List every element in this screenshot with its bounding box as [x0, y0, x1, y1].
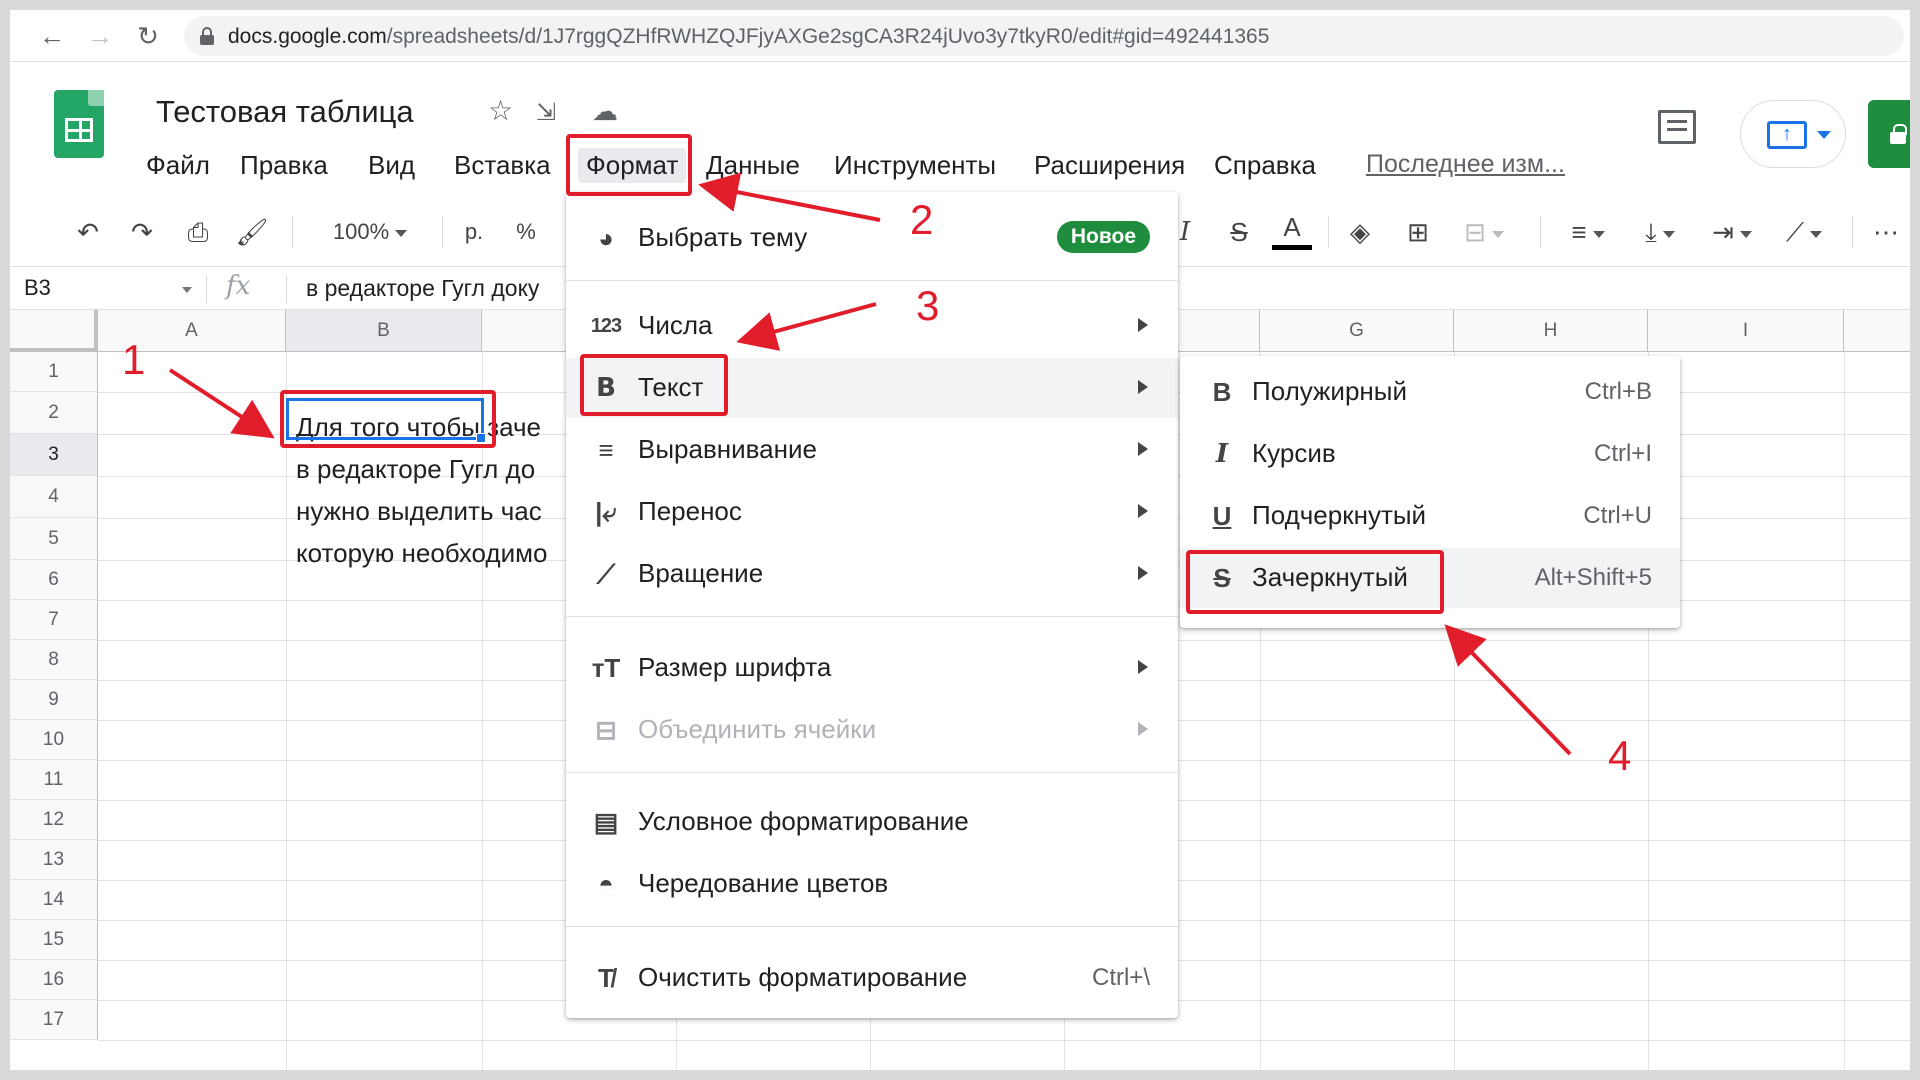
annotation-number-1: 1 — [122, 336, 146, 383]
annotation-number-3: 3 — [916, 282, 940, 329]
arrow-3 — [736, 302, 877, 351]
arrow-4 — [1444, 624, 1572, 756]
annotation-number-4: 4 — [1608, 732, 1632, 779]
screenshot-frame: ← → ↻ docs.google.com/spreadsheets/d/1J7… — [10, 10, 1910, 1070]
arrow-1 — [168, 368, 275, 439]
annotation-arrows — [168, 172, 1572, 756]
arrow-2 — [698, 172, 881, 222]
annotation-number-2: 2 — [910, 196, 934, 243]
